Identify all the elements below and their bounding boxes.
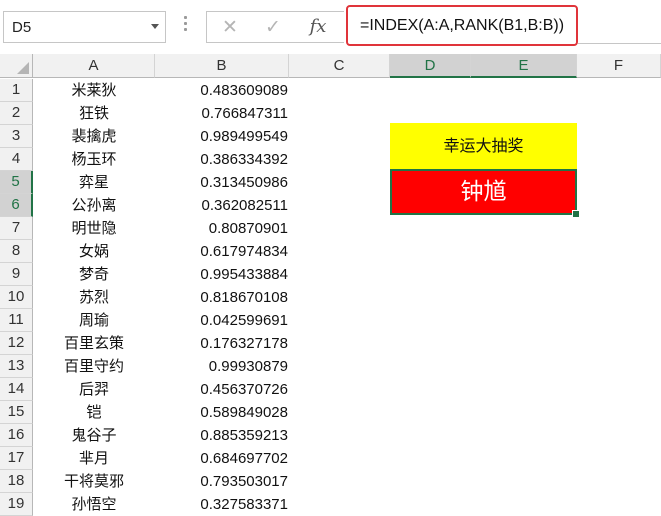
cell-name[interactable]: 女娲 <box>34 240 154 263</box>
column-header-a[interactable]: A <box>33 54 155 78</box>
cancel-icon[interactable]: ✕ <box>219 16 241 38</box>
cell-name[interactable]: 梦奇 <box>34 263 154 286</box>
drag-handle-icon[interactable] <box>184 13 188 41</box>
cell-name[interactable]: 米莱狄 <box>34 79 154 102</box>
cell-random-value[interactable]: 0.313450986 <box>155 171 288 194</box>
cell-random-value[interactable]: 0.793503017 <box>155 470 288 493</box>
cell-name[interactable]: 干将莫邪 <box>34 470 154 493</box>
cell-name[interactable]: 周瑜 <box>34 309 154 332</box>
row-header[interactable]: 8 <box>0 240 33 263</box>
chevron-down-icon[interactable] <box>151 24 159 29</box>
cell-name[interactable]: 杨玉环 <box>34 148 154 171</box>
row-header[interactable]: 12 <box>0 332 33 355</box>
cell-name[interactable]: 孙悟空 <box>34 493 154 516</box>
cell-random-value[interactable]: 0.617974834 <box>155 240 288 263</box>
column-header-b[interactable]: B <box>155 54 289 78</box>
cell-random-value[interactable]: 0.766847311 <box>155 102 288 125</box>
cell-name[interactable]: 苏烈 <box>34 286 154 309</box>
lottery-title-cell[interactable]: 幸运大抽奖 <box>390 123 577 169</box>
column-header-e[interactable]: E <box>471 54 577 78</box>
row-header[interactable]: 16 <box>0 424 33 447</box>
select-all-triangle-icon <box>17 62 29 74</box>
row-header[interactable]: 2 <box>0 102 33 125</box>
cell-random-value[interactable]: 0.99930879 <box>155 355 288 378</box>
row-header[interactable]: 18 <box>0 470 33 493</box>
column-header-d[interactable]: D <box>390 54 471 78</box>
row-header[interactable]: 3 <box>0 125 33 148</box>
formula-bar-divider <box>578 43 661 44</box>
formula-input[interactable]: =INDEX(A:A,RANK(B1,B:B)) <box>346 5 578 46</box>
cell-name[interactable]: 百里守约 <box>34 355 154 378</box>
row-header[interactable]: 15 <box>0 401 33 424</box>
insert-function-icon[interactable]: fx <box>307 16 329 38</box>
winner-name: 钟馗 <box>460 179 507 205</box>
formula-text: =INDEX(A:A,RANK(B1,B:B)) <box>360 17 565 34</box>
row-header[interactable]: 17 <box>0 447 33 470</box>
select-all-button[interactable] <box>0 54 33 78</box>
cell-random-value[interactable]: 0.995433884 <box>155 263 288 286</box>
cell-name[interactable]: 百里玄策 <box>34 332 154 355</box>
cell-random-value[interactable]: 0.483609089 <box>155 79 288 102</box>
cell-random-value[interactable]: 0.386334392 <box>155 148 288 171</box>
cell-random-value[interactable]: 0.989499549 <box>155 125 288 148</box>
cell-name[interactable]: 铠 <box>34 401 154 424</box>
row-header[interactable]: 1 <box>0 79 33 102</box>
cell-random-value[interactable]: 0.684697702 <box>155 447 288 470</box>
row-header[interactable]: 19 <box>0 493 33 516</box>
column-header-f[interactable]: F <box>577 54 661 78</box>
row-header[interactable]: 13 <box>0 355 33 378</box>
cell-random-value[interactable]: 0.362082511 <box>155 194 288 217</box>
row-header[interactable]: 4 <box>0 148 33 171</box>
cell-random-value[interactable]: 0.589849028 <box>155 401 288 424</box>
cell-random-value[interactable]: 0.456370726 <box>155 378 288 401</box>
cell-name[interactable]: 狂铁 <box>34 102 154 125</box>
cell-name[interactable]: 公孙离 <box>34 194 154 217</box>
cell-name[interactable]: 裴擒虎 <box>34 125 154 148</box>
column-header-c[interactable]: C <box>289 54 390 78</box>
formula-bar-area: D5 ✕ ✓ fx =INDEX(A:A,RANK(B1,B:B)) <box>0 0 661 54</box>
cell-name[interactable]: 弈星 <box>34 171 154 194</box>
fill-handle[interactable] <box>572 210 580 218</box>
cell-random-value[interactable]: 0.176327178 <box>155 332 288 355</box>
row-header[interactable]: 7 <box>0 217 33 240</box>
cell-random-value[interactable]: 0.042599691 <box>155 309 288 332</box>
formula-buttons: ✕ ✓ fx <box>206 11 344 43</box>
enter-icon[interactable]: ✓ <box>262 16 284 38</box>
row-header[interactable]: 9 <box>0 263 33 286</box>
cell-random-value[interactable]: 0.885359213 <box>155 424 288 447</box>
row-header[interactable]: 11 <box>0 309 33 332</box>
cell-name[interactable]: 后羿 <box>34 378 154 401</box>
row-header[interactable]: 14 <box>0 378 33 401</box>
cell-name[interactable]: 明世隐 <box>34 217 154 240</box>
row-header[interactable]: 6 <box>0 194 33 217</box>
cell-name[interactable]: 鬼谷子 <box>34 424 154 447</box>
row-header[interactable]: 10 <box>0 286 33 309</box>
cell-random-value[interactable]: 0.818670108 <box>155 286 288 309</box>
name-box[interactable]: D5 <box>3 11 166 43</box>
row-header[interactable]: 5 <box>0 171 33 194</box>
lottery-winner-cell[interactable]: 钟馗 <box>390 169 580 218</box>
name-box-value: D5 <box>12 19 32 36</box>
cell-name[interactable]: 芈月 <box>34 447 154 470</box>
cell-random-value[interactable]: 0.327583371 <box>155 493 288 516</box>
cell-random-value[interactable]: 0.80870901 <box>155 217 288 240</box>
